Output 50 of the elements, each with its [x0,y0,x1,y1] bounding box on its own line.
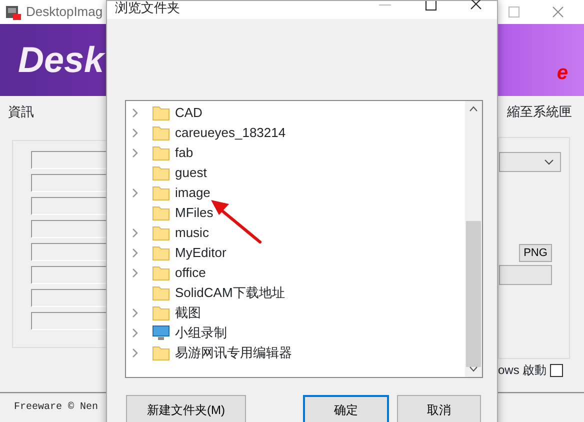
text-field[interactable] [499,265,552,285]
format-button[interactable]: PNG [519,244,552,262]
folder-icon [152,245,170,261]
scrollbar[interactable] [465,101,482,377]
folder-icon [152,125,170,141]
tree-item[interactable]: careueyes_183214 [126,123,288,143]
folder-icon [152,145,170,161]
tree-item[interactable]: CAD [126,103,204,123]
folder-icon [152,165,170,181]
tree-item[interactable]: image [126,183,212,203]
tree-item[interactable]: fab [126,143,196,163]
minimize-icon[interactable] [379,3,391,7]
dialog-button[interactable]: 确定 [303,395,389,422]
window-title: DesktopImag [26,3,103,22]
tray-label: 縮至系統匣 [507,103,572,121]
folder-icon [152,285,170,301]
tree-item[interactable]: guest [126,163,209,183]
folder-icon [152,105,170,121]
banner-title: e [556,61,568,86]
annotation-arrow [211,200,262,244]
folder-icon [152,305,170,321]
computer-icon [152,325,170,341]
tree-item[interactable]: MFiles [126,203,216,223]
close-icon[interactable] [470,0,482,10]
folder-icon [152,345,170,361]
checkbox[interactable] [550,364,563,376]
tree-item[interactable]: SolidCAM下载地址 [126,283,287,303]
app-icon [4,3,22,21]
scroll-up-icon[interactable] [469,106,478,112]
tree-item[interactable]: 小组录制 [126,323,229,343]
dialog-button[interactable]: 取消 [397,395,481,422]
tree-item[interactable]: office [126,263,208,283]
dialog-title: 浏览文件夹 [115,0,180,14]
caret-icon[interactable] [544,159,554,165]
tree-item[interactable]: MyEditor [126,243,228,263]
dialog-button[interactable]: 新建文件夹(M) [126,395,246,422]
scroll-down-icon[interactable] [469,366,478,372]
scroll-thumb[interactable] [466,221,481,367]
maximize-icon[interactable] [425,1,437,11]
folder-icon [152,205,170,221]
tree-item[interactable]: 易游网讯专用编辑器 [126,343,294,363]
banner-title: Desk [18,38,104,82]
tree-item[interactable]: 截图 [126,303,203,323]
info-label: 資訊 [8,103,34,121]
startup-label: ows 啟動 [498,362,547,379]
folder-icon [152,265,170,281]
tree-item[interactable]: music [126,223,211,243]
folder-icon [152,225,170,241]
folder-icon [152,185,170,201]
copyright-text: Freeware © Nen [14,402,98,413]
